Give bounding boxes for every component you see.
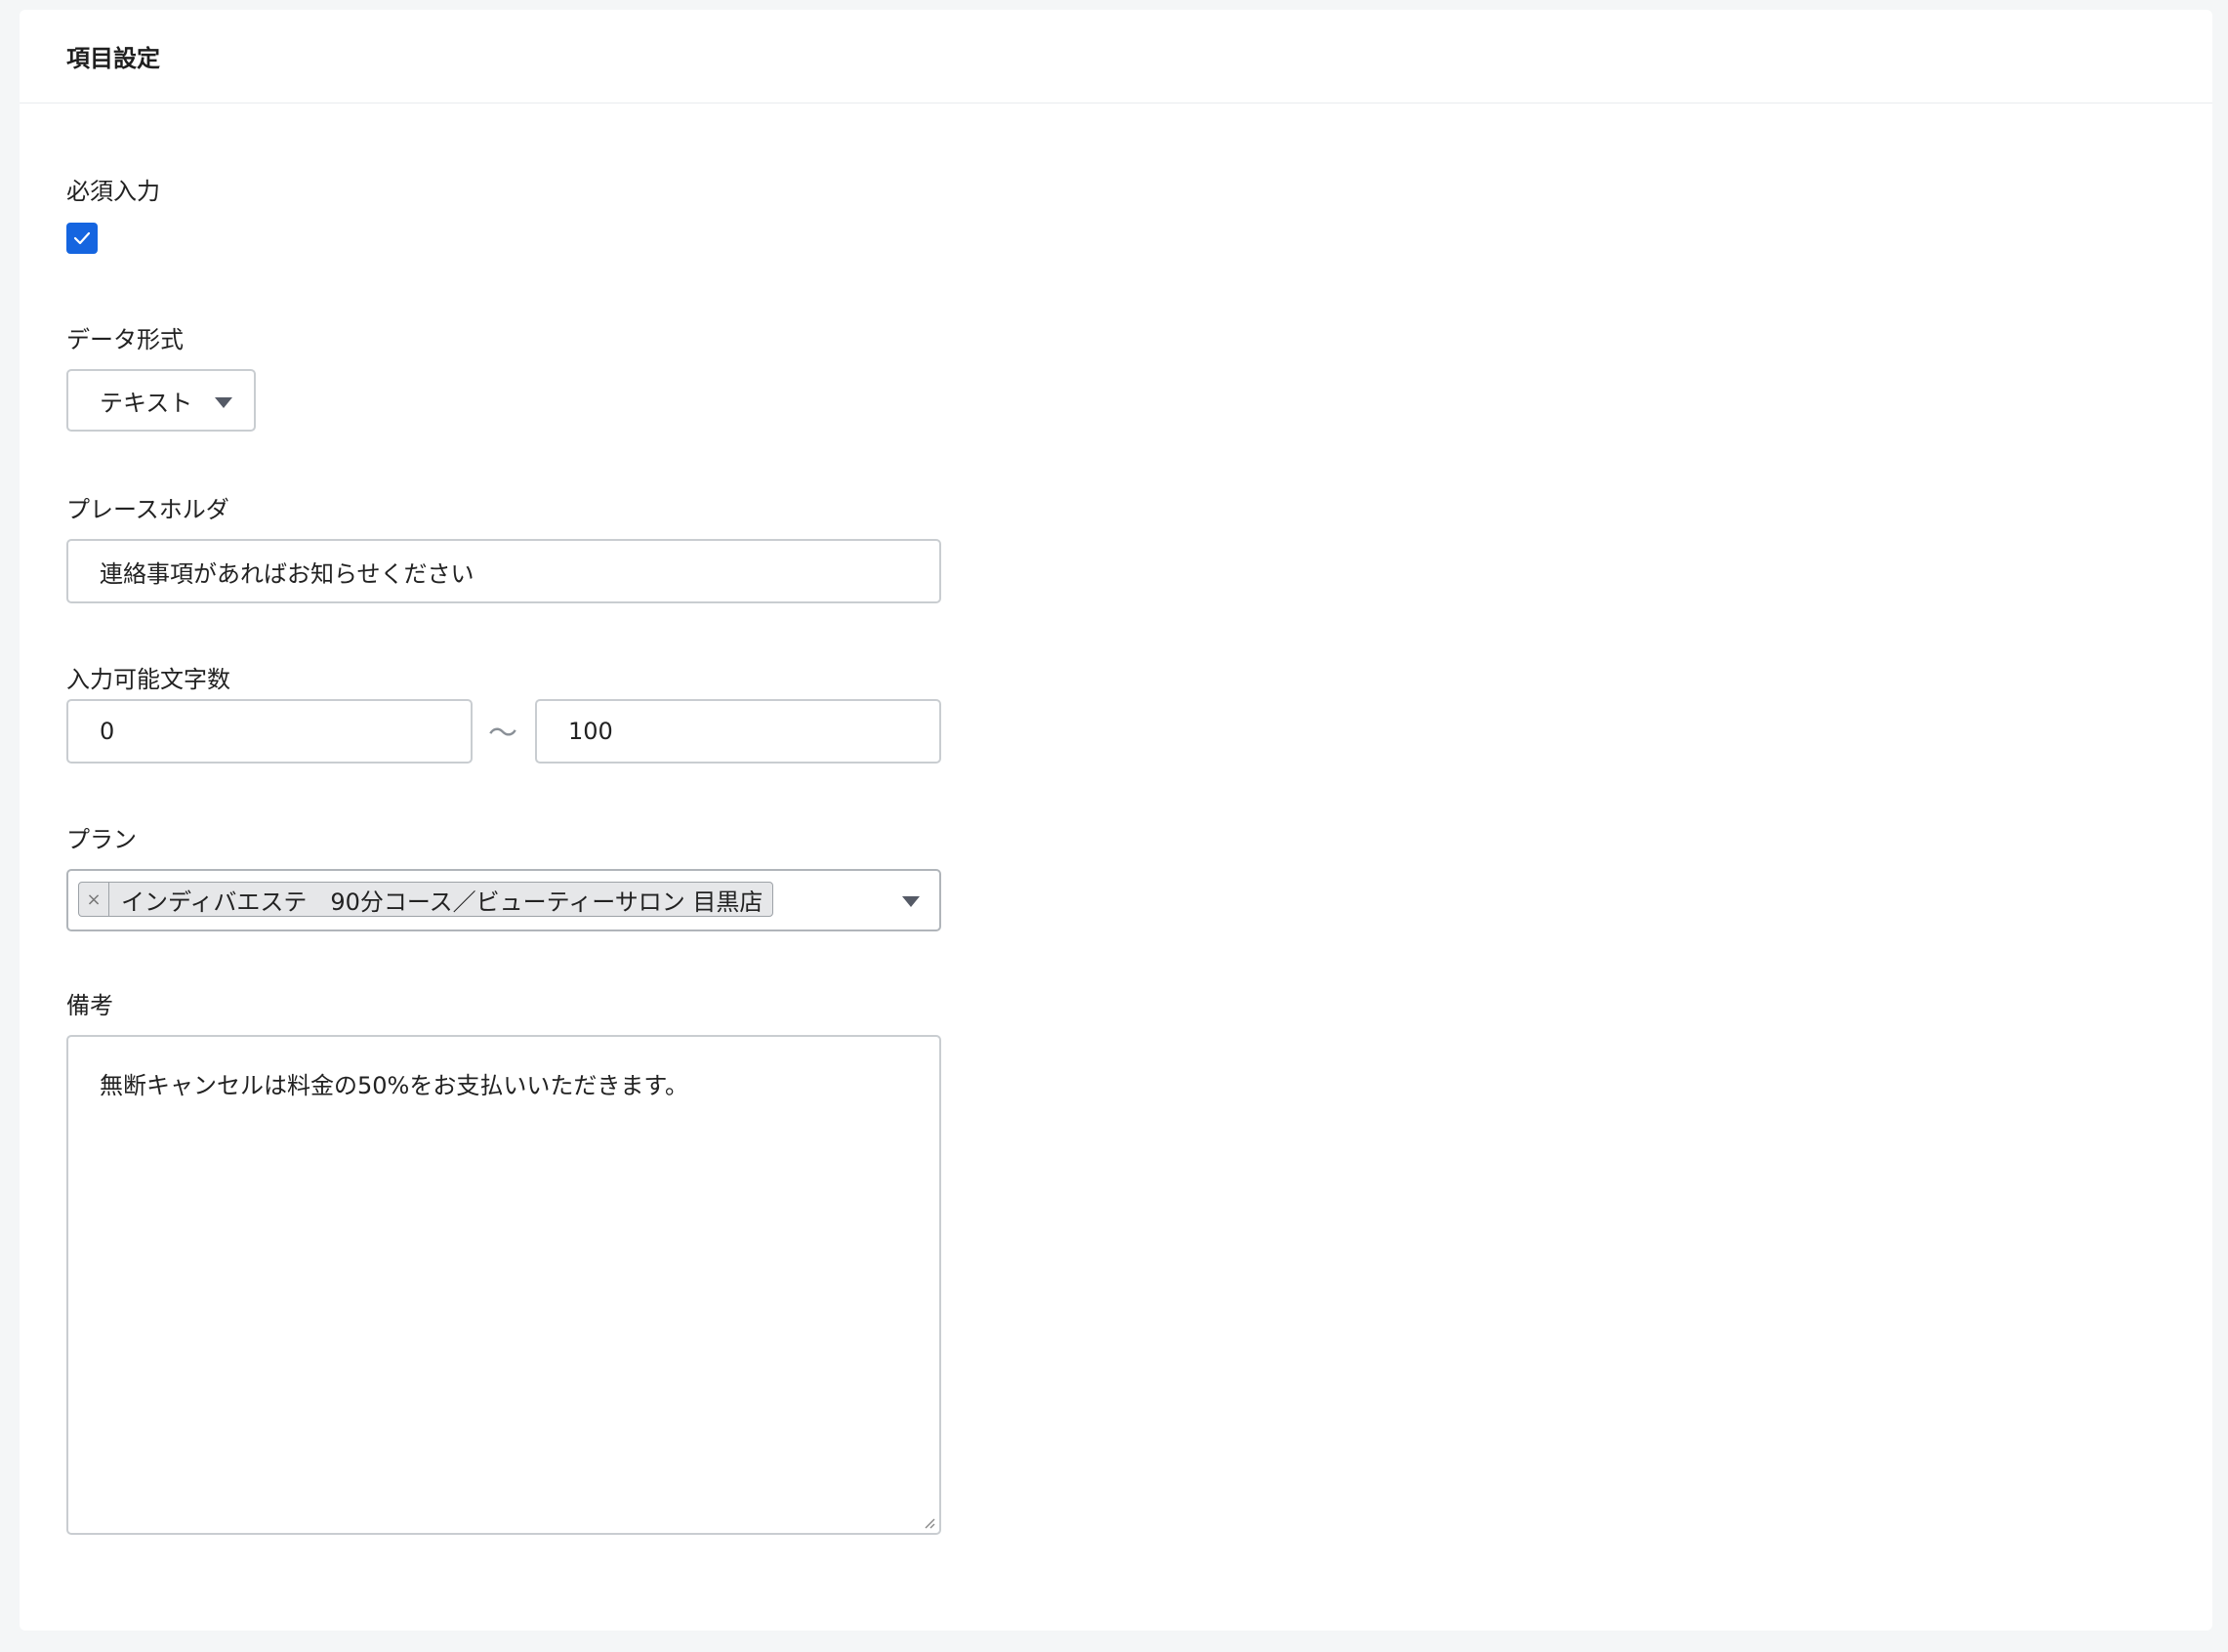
chevron-down-icon[interactable]	[902, 896, 920, 907]
panel-header: 項目設定	[20, 10, 2212, 103]
checkmark-icon	[73, 231, 91, 245]
char-limit-min-input[interactable]: 0	[66, 699, 473, 764]
tag-remove-icon[interactable]: ×	[79, 883, 109, 916]
data-format-value: テキスト	[100, 389, 193, 417]
data-format-select[interactable]: テキスト	[66, 369, 256, 432]
plan-tag-label: インディバエステ 90分コース／ビューティーサロン 目黒店	[121, 888, 763, 916]
page-title: 項目設定	[66, 45, 160, 72]
notes-label: 備考	[66, 992, 113, 1019]
char-limit-max-value: 100	[568, 718, 613, 745]
required-checkbox[interactable]	[66, 223, 98, 254]
placeholder-label: プレースホルダ	[66, 496, 229, 523]
char-limit-min-value: 0	[100, 718, 115, 745]
plan-tag: × インディバエステ 90分コース／ビューティーサロン 目黒店	[78, 882, 774, 917]
range-separator: 〜	[488, 717, 517, 751]
notes-value: 無断キャンセルは料金の50%をお支払いいただきます。	[100, 1072, 688, 1099]
char-limit-label: 入力可能文字数	[66, 666, 230, 693]
plan-label: プラン	[66, 826, 137, 853]
placeholder-input[interactable]: 連絡事項があればお知らせください	[66, 539, 941, 603]
plan-multiselect[interactable]: × インディバエステ 90分コース／ビューティーサロン 目黒店	[66, 869, 941, 931]
resize-handle-icon[interactable]	[922, 1515, 935, 1529]
data-format-label: データ形式	[66, 326, 184, 353]
placeholder-input-value: 連絡事項があればお知らせください	[100, 559, 474, 588]
required-label: 必須入力	[66, 178, 160, 205]
notes-textarea[interactable]: 無断キャンセルは料金の50%をお支払いいただきます。	[66, 1035, 941, 1535]
chevron-down-icon	[215, 397, 232, 408]
char-limit-max-input[interactable]: 100	[535, 699, 941, 764]
settings-panel: 項目設定 必須入力 データ形式 テキスト プレースホルダ 連絡事項があればお知ら…	[20, 10, 2212, 1631]
